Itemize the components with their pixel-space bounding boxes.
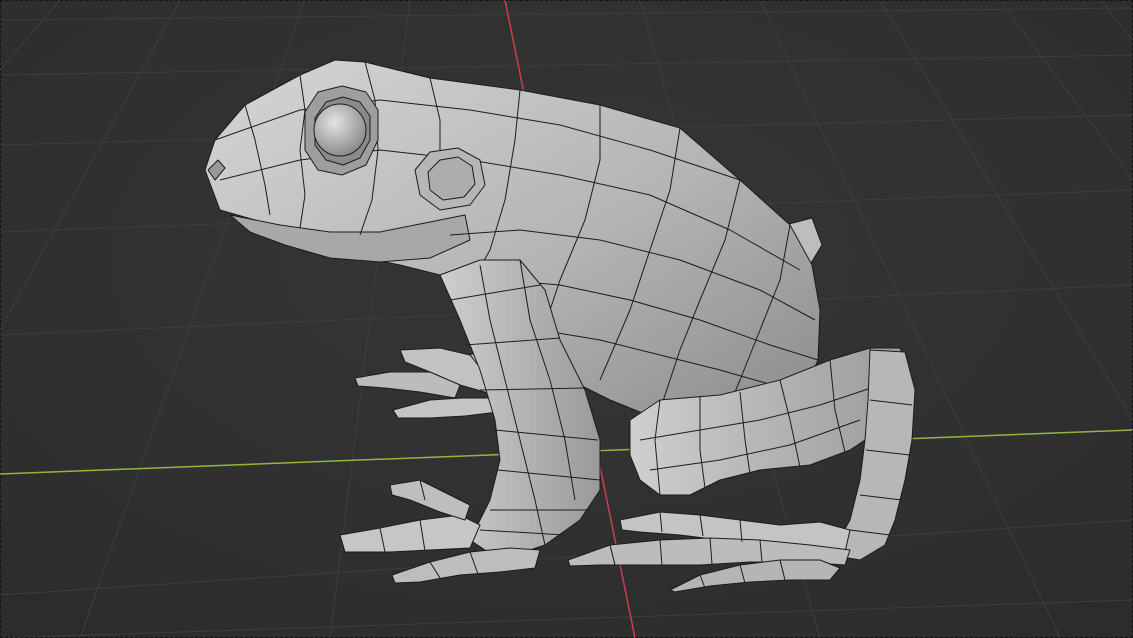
3d-viewport[interactable] <box>0 0 1133 638</box>
eye <box>313 103 367 157</box>
